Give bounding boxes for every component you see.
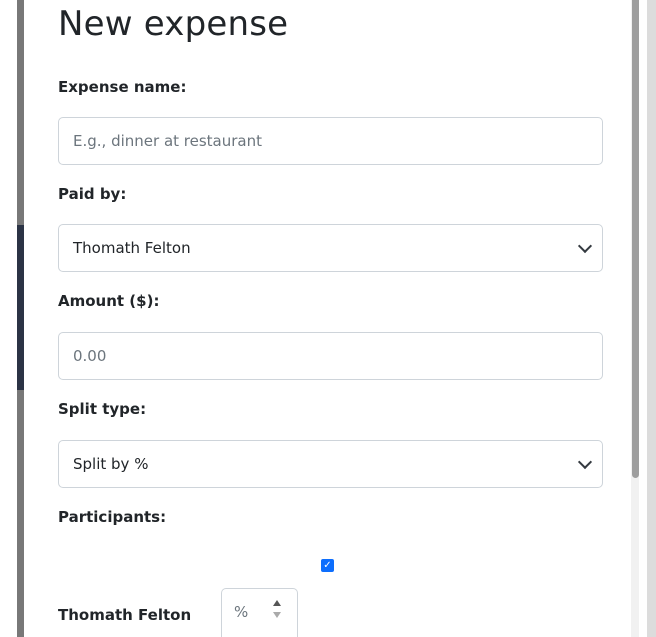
background-page-edge xyxy=(0,0,24,637)
scrollbar-thumb[interactable] xyxy=(632,0,639,478)
participants-label: Participants: xyxy=(58,508,167,526)
split-type-select[interactable]: Split by % xyxy=(58,440,603,488)
paid-by-select[interactable]: Thomath Felton xyxy=(58,224,603,272)
paid-by-selected-value: Thomath Felton xyxy=(73,239,191,257)
amount-label: Amount ($): xyxy=(58,292,160,310)
check-icon: ✓ xyxy=(323,559,332,571)
modal-scrollbar[interactable] xyxy=(627,0,656,637)
participant-name: Thomath Felton xyxy=(58,606,192,624)
split-type-selected-value: Split by % xyxy=(73,455,149,473)
chevron-down-icon xyxy=(577,454,593,470)
new-expense-modal: New expense Expense name: Paid by: Thoma… xyxy=(24,0,627,637)
number-spinner-icon[interactable] xyxy=(273,600,281,618)
participant-checkbox[interactable]: ✓ xyxy=(321,559,334,572)
paid-by-label: Paid by: xyxy=(58,185,127,203)
chevron-down-icon xyxy=(577,238,593,254)
split-type-label: Split type: xyxy=(58,400,147,418)
percent-placeholder: % xyxy=(234,603,249,621)
expense-name-label: Expense name: xyxy=(58,78,187,96)
modal-title: New expense xyxy=(58,4,289,44)
expense-name-input[interactable] xyxy=(58,117,603,165)
background-page-edge-right xyxy=(647,0,656,637)
backdrop-navbar-strip xyxy=(17,225,24,390)
participant-percent-input[interactable]: % xyxy=(221,588,298,637)
amount-input[interactable] xyxy=(58,332,603,380)
